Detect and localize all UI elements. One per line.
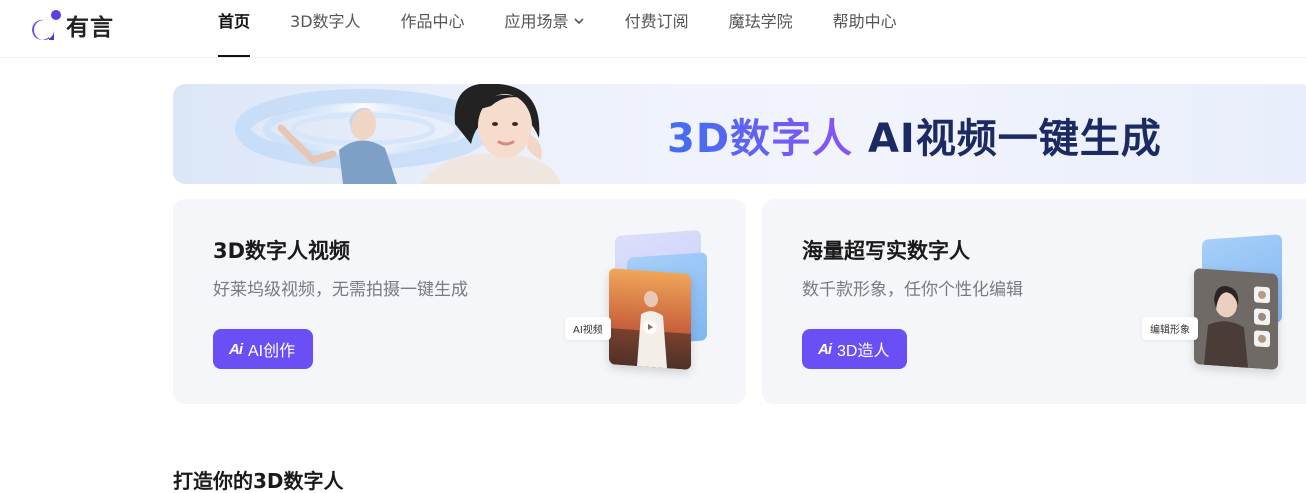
card-description: 数千款形象，任你个性化编辑 [802, 280, 1023, 300]
nav-item-scenarios[interactable]: 应用场景 [505, 0, 585, 58]
ai-icon: Ai [818, 340, 832, 358]
3d-create-avatar-button[interactable]: Ai 3D造人 [802, 329, 908, 369]
nav-item-scenarios-label: 应用场景 [504, 12, 569, 31]
nav-item-3d-avatar[interactable]: 3D数字人 [290, 0, 361, 58]
banner-title-highlight: 3D数字人 [667, 116, 854, 162]
nav-item-home[interactable]: 首页 [218, 0, 251, 58]
card-description: 好莱坞级视频，无需拍摄一键生成 [213, 280, 468, 300]
section-title: 打造你的3D数字人 [173, 469, 344, 493]
main-nav: 首页 3D数字人 作品中心 应用场景 付费订阅 魔珐学院 帮助中心 [218, 0, 937, 58]
nav-item-help[interactable]: 帮助中心 [833, 0, 897, 58]
art-tag-label: 编辑形象 [1142, 317, 1198, 340]
brand-name: 有言 [66, 15, 114, 41]
card-title: 3D数字人视频 [213, 239, 351, 263]
feature-card-video[interactable]: 3D数字人视频 好莱坞级视频，无需拍摄一键生成 Ai AI创作 AI视频 [173, 199, 746, 404]
avatar-figure-small [277, 107, 397, 184]
hero-banner[interactable]: 3D数字人 AI视频一键生成 [173, 84, 1306, 184]
logo-mark-icon [30, 8, 62, 42]
art-tag-label: AI视频 [565, 317, 611, 340]
video-illustration: AI视频 [565, 229, 707, 373]
nav-item-academy[interactable]: 魔珐学院 [729, 0, 793, 58]
ai-icon: Ai [229, 340, 243, 358]
nav-item-subscription[interactable]: 付费订阅 [625, 0, 689, 58]
avatar-preview-image [1194, 268, 1278, 370]
feature-card-avatar[interactable]: 海量超写实数字人 数千款形象，任你个性化编辑 Ai 3D造人 编辑形象 [762, 199, 1306, 404]
chevron-down-icon [573, 18, 584, 25]
top-header: 有言 首页 3D数字人 作品中心 应用场景 付费订阅 魔珐学院 帮助中心 [0, 0, 1306, 58]
avatar-illustration: 编辑形象 [1142, 233, 1282, 373]
banner-title: 3D数字人 AI视频一键生成 [667, 106, 1162, 164]
avatar-figure-main [421, 84, 561, 184]
brand-logo[interactable]: 有言 [30, 5, 114, 45]
ai-create-button[interactable]: Ai AI创作 [213, 329, 314, 369]
banner-title-rest: AI视频一键生成 [853, 116, 1162, 162]
button-label: AI创作 [248, 343, 296, 360]
nav-item-works[interactable]: 作品中心 [401, 0, 465, 58]
card-title: 海量超写实数字人 [802, 239, 970, 263]
video-preview-image [609, 268, 691, 370]
button-label: 3D造人 [837, 343, 890, 360]
